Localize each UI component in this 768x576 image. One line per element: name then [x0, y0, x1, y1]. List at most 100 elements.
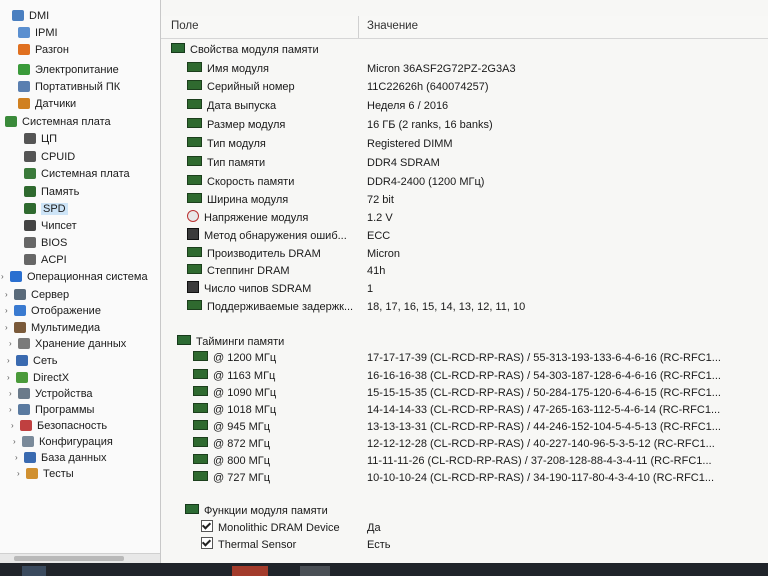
property-row[interactable]: Thermal Sensor Есть — [201, 537, 761, 554]
expand-arrow-icon[interactable]: › — [5, 320, 8, 336]
property-row[interactable]: Имя модуля Micron 36ASF2G72PZ-2G3A3 — [187, 61, 761, 78]
cpuid-icon — [24, 151, 36, 162]
column-field-header[interactable]: Поле — [171, 20, 199, 32]
expand-arrow-icon[interactable]: › — [9, 336, 12, 352]
expand-arrow-icon[interactable]: › — [15, 450, 18, 466]
property-row[interactable]: @ 872 МГц 12-12-12-28 (CL-RCD-RP-RAS) / 4… — [193, 436, 761, 453]
ram-icon — [187, 118, 202, 128]
property-row[interactable]: Дата выпуска Неделя 6 / 2016 — [187, 98, 761, 115]
tree-item-board[interactable]: Системная плата — [24, 166, 130, 182]
property-name: Число чипов SDRAM — [204, 283, 312, 295]
tree-item-label: CPUID — [41, 151, 76, 163]
property-value: 16-16-16-38 (CL-RCD-RP-RAS) / 54-303-187… — [367, 370, 721, 382]
ram-icon — [187, 62, 202, 72]
expand-arrow-icon[interactable]: › — [13, 434, 16, 450]
expand-arrow-icon[interactable]: › — [1, 269, 4, 285]
ram-icon — [193, 403, 208, 413]
power-icon — [18, 64, 30, 75]
tree-item-storage[interactable]: › Хранение данных — [9, 336, 126, 352]
tree-item-cpuid[interactable]: CPUID — [24, 149, 75, 165]
property-row[interactable]: @ 945 МГц 13-13-13-31 (CL-RCD-RP-RAS) / 4… — [193, 419, 761, 436]
section-title: Функции модуля памяти — [204, 505, 328, 517]
property-value: 14-14-14-33 (CL-RCD-RP-RAS) / 47-265-163… — [367, 404, 721, 416]
property-value: 16 ГБ (2 ranks, 16 banks) — [367, 119, 493, 131]
property-row[interactable]: @ 1163 МГц 16-16-16-38 (CL-RCD-RP-RAS) / … — [193, 368, 761, 385]
tree-item-power[interactable]: Электропитание — [18, 62, 119, 78]
expand-arrow-icon[interactable]: › — [11, 418, 14, 434]
tree-item-acpi[interactable]: ACPI — [24, 252, 67, 268]
property-row[interactable]: Поддерживаемые задержк... 18, 17, 16, 15,… — [187, 299, 761, 316]
property-row[interactable]: Серийный номер 11C22626h (640074257) — [187, 79, 761, 96]
tree-item-bios[interactable]: BIOS — [24, 235, 67, 251]
property-row[interactable]: @ 800 МГц 11-11-11-26 (CL-RCD-RP-RAS) / 3… — [193, 453, 761, 470]
property-name: Напряжение модуля — [204, 212, 309, 224]
tree-item-spd[interactable]: SPD — [24, 201, 68, 217]
taskbar-app-icon[interactable] — [232, 566, 268, 576]
property-row[interactable]: Тип модуля Registered DIMM — [187, 136, 761, 153]
property-row[interactable]: @ 1200 МГц 17-17-17-39 (CL-RCD-RP-RAS) / … — [193, 350, 761, 367]
tree-item-config[interactable]: › Конфигурация — [13, 434, 113, 450]
tree-item-network[interactable]: › Сеть — [7, 353, 57, 369]
tree-item-database[interactable]: › База данных — [15, 450, 107, 466]
section-header[interactable]: Тайминги памяти — [177, 334, 284, 351]
expand-arrow-icon[interactable]: › — [7, 370, 10, 386]
property-row[interactable]: @ 1018 МГц 14-14-14-33 (CL-RCD-RP-RAS) / … — [193, 402, 761, 419]
taskbar-app-icon[interactable] — [300, 566, 330, 576]
tests-icon — [26, 468, 38, 479]
property-row[interactable]: Производитель DRAM Micron — [187, 246, 761, 263]
tree-item-programs[interactable]: › Программы — [9, 402, 94, 418]
property-row[interactable]: Степпинг DRAM 41h — [187, 263, 761, 280]
tree-item-ipmi[interactable]: IPMI — [18, 25, 58, 41]
tree-item-devices[interactable]: › Устройства — [9, 386, 93, 402]
property-row[interactable]: Напряжение модуля 1.2 V — [187, 210, 761, 227]
tree-item-tests[interactable]: › Тесты — [17, 466, 74, 482]
tree-item-laptop[interactable]: Портативный ПК — [18, 79, 120, 95]
tree-item-motherboard[interactable]: ▾Системная плата — [0, 114, 111, 130]
ram-icon — [187, 264, 202, 274]
property-row[interactable]: Скорость памяти DDR4-2400 (1200 МГц) — [187, 174, 761, 191]
expand-arrow-icon[interactable]: › — [17, 466, 20, 482]
expand-arrow-icon[interactable]: › — [5, 303, 8, 319]
expand-arrow-icon[interactable]: › — [7, 353, 10, 369]
ram-icon — [187, 300, 202, 310]
property-value: DDR4 SDRAM — [367, 157, 440, 169]
chip-icon — [187, 281, 199, 293]
property-value: 72 bit — [367, 194, 394, 206]
navigation-tree[interactable]: DMI IPMI Разгон Электропитание Портативный П… — [0, 0, 161, 563]
property-name: @ 1090 МГц — [213, 387, 277, 399]
tree-item-multimedia[interactable]: › Мультимедиа — [5, 320, 100, 336]
taskbar-app-icon[interactable] — [22, 566, 46, 576]
tree-item-flame[interactable]: Разгон — [18, 42, 69, 58]
section-header[interactable]: Функции модуля памяти — [185, 503, 328, 520]
storage-icon — [18, 338, 30, 349]
property-row[interactable]: Число чипов SDRAM 1 — [187, 281, 761, 298]
tree-item-sensor[interactable]: Датчики — [18, 96, 76, 112]
property-row[interactable]: Ширина модуля 72 bit — [187, 192, 761, 209]
property-row[interactable]: Тип памяти DDR4 SDRAM — [187, 155, 761, 172]
tree-item-directx[interactable]: › DirectX — [7, 370, 70, 386]
expand-arrow-icon[interactable]: › — [9, 402, 12, 418]
tree-item-cpu[interactable]: ЦП — [24, 131, 57, 147]
property-row[interactable]: @ 727 МГц 10-10-10-24 (CL-RCD-RP-RAS) / 3… — [193, 470, 761, 487]
tree-item-dmi[interactable]: DMI — [12, 8, 49, 24]
tree-item-memory[interactable]: Память — [24, 184, 79, 200]
tree-item-chipset[interactable]: Чипсет — [24, 218, 77, 234]
tree-item-server[interactable]: › Сервер — [5, 287, 69, 303]
memory-group-icon — [177, 335, 191, 345]
property-row[interactable]: Метод обнаружения ошиб... ECC — [187, 228, 761, 245]
property-row[interactable]: Monolithic DRAM Device Да — [201, 520, 761, 537]
property-row[interactable]: @ 1090 МГц 15-15-15-35 (CL-RCD-RP-RAS) / … — [193, 385, 761, 402]
column-separator[interactable] — [358, 16, 359, 38]
scrollbar-thumb[interactable] — [14, 556, 124, 561]
section-header[interactable]: Свойства модуля памяти — [171, 42, 319, 59]
tree-item-label: DirectX — [33, 372, 70, 384]
tree-item-display[interactable]: › Отображение — [5, 303, 101, 319]
property-row[interactable]: Размер модуля 16 ГБ (2 ranks, 16 banks) — [187, 117, 761, 134]
tree-item-security[interactable]: › Безопасность — [11, 418, 107, 434]
expand-arrow-icon[interactable]: › — [5, 287, 8, 303]
column-value-header[interactable]: Значение — [367, 20, 418, 32]
property-name: @ 872 МГц — [213, 438, 271, 450]
expand-arrow-icon[interactable]: › — [9, 386, 12, 402]
chipset-icon — [24, 220, 36, 231]
tree-item-windows[interactable]: › Операционная система — [1, 269, 148, 285]
